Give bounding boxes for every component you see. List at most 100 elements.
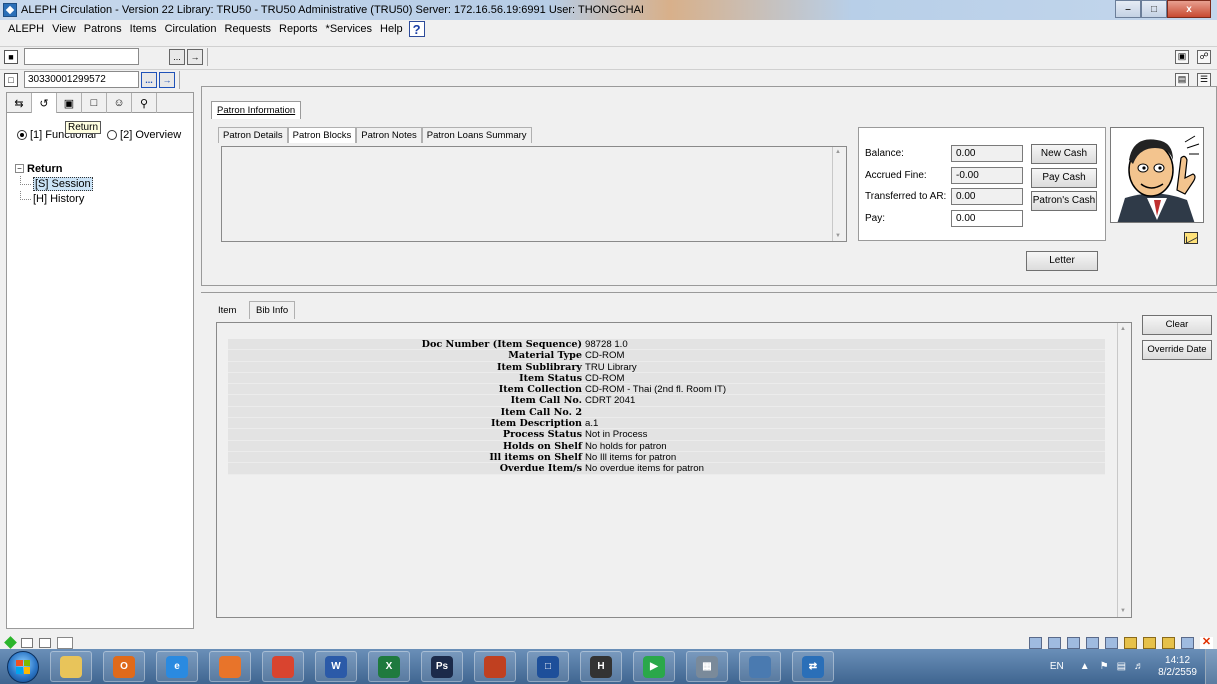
item-go-button[interactable]: → <box>159 71 175 88</box>
figure-icon[interactable] <box>1143 636 1156 649</box>
menu-reports[interactable]: Reports <box>279 23 318 35</box>
collapse-icon[interactable]: − <box>15 164 24 173</box>
action-center-icon[interactable]: ⚑ <box>1100 661 1109 672</box>
patron-information-panel: Patron Information Patron Details Patron… <box>201 86 1217 286</box>
printer-icon[interactable] <box>1181 636 1194 649</box>
taskbar-firefox-button[interactable] <box>209 651 251 682</box>
taskbar-media-player-button[interactable]: ▶ <box>633 651 675 682</box>
letter-button[interactable]: Letter <box>1026 251 1098 271</box>
show-desktop-button[interactable] <box>1205 649 1217 684</box>
status-tool-icon-2[interactable] <box>1048 636 1061 649</box>
pay-cash-button[interactable]: Pay Cash <box>1031 168 1097 188</box>
return-tab-icon[interactable]: ↺ <box>32 93 57 113</box>
calculator-icon: ▦ <box>696 655 718 678</box>
link-icon[interactable]: ☍ <box>1197 49 1211 64</box>
close-button[interactable]: x <box>1167 0 1211 18</box>
menu-items[interactable]: Items <box>130 23 157 35</box>
patron-id-input[interactable] <box>24 48 139 65</box>
patron-photo <box>1110 127 1204 223</box>
toolbar-right-icons: ▣ ☍ <box>1175 49 1211 64</box>
status-field <box>57 636 73 649</box>
maximize-button[interactable]: □ <box>1141 0 1167 18</box>
functional-radio[interactable] <box>17 130 27 140</box>
tab-patron-blocks[interactable]: Patron Blocks <box>287 127 357 143</box>
item-barcode-input[interactable]: 30330001299572 <box>24 71 139 88</box>
pay-input[interactable]: 0.00 <box>951 210 1023 227</box>
taskbar-outlook-button[interactable]: O <box>103 651 145 682</box>
status-window-icon[interactable] <box>21 637 33 648</box>
left-panel-tabs: ⇆ ↺ ▣ □ ☺ ⚲ <box>7 93 193 113</box>
status-right-icons: ✕ <box>1029 636 1213 649</box>
taskbar-photoshop-button[interactable]: Ps <box>421 651 463 682</box>
tab-item[interactable]: Item <box>211 301 244 319</box>
taskbar-excel-button[interactable]: X <box>368 651 410 682</box>
tab-patron-information[interactable]: Patron Information <box>211 101 302 119</box>
taskbar-paint-app-button[interactable] <box>474 651 516 682</box>
blocks-scrollbar[interactable] <box>832 147 846 241</box>
tree-node-return[interactable]: − Return <box>15 161 93 176</box>
override-date-button[interactable]: Override Date <box>1142 340 1212 360</box>
menu-aleph[interactable]: ALEPH <box>8 23 44 35</box>
taskbar-internet-explorer-button[interactable]: e <box>156 651 198 682</box>
status-tool-icon-5[interactable] <box>1105 636 1118 649</box>
tab-bib-info[interactable]: Bib Info <box>249 301 296 319</box>
patrons-cash-button[interactable]: Patron's Cash <box>1031 191 1097 211</box>
tree-node-session[interactable]: [S] Session <box>15 176 93 191</box>
system-clock[interactable]: 14:12 8/2/2559 <box>1158 655 1197 679</box>
key-icon[interactable] <box>1124 636 1137 649</box>
home-icon[interactable] <box>1162 636 1175 649</box>
minimize-button[interactable]: – <box>1115 0 1141 18</box>
windows-logo-icon <box>16 659 30 674</box>
menu-help[interactable]: Help <box>380 23 403 35</box>
close-session-icon[interactable]: ✕ <box>1200 636 1213 649</box>
item-scrollbar[interactable] <box>1117 323 1131 617</box>
menu-circulation[interactable]: Circulation <box>165 23 217 35</box>
clear-button[interactable]: Clear <box>1142 315 1212 335</box>
menu-services[interactable]: *Services <box>326 23 372 35</box>
taskbar-file-explorer-button[interactable] <box>50 651 92 682</box>
taskbar-calculator-button[interactable]: ▦ <box>686 651 728 682</box>
volume-icon[interactable]: ♬ <box>1134 661 1144 672</box>
loan-tab-icon[interactable]: ⇆ <box>7 93 32 113</box>
taskbar-hotmail-app-button[interactable]: H <box>580 651 622 682</box>
taskbar-chrome-button[interactable] <box>262 651 304 682</box>
tab-patron-details[interactable]: Patron Details <box>218 127 288 143</box>
language-indicator[interactable]: EN <box>1050 661 1064 672</box>
patron-go-button[interactable]: → <box>187 48 203 65</box>
menu-patrons[interactable]: Patrons <box>84 23 122 35</box>
item-tab-icon[interactable]: □ <box>82 93 107 113</box>
taskbar-aleph-circulation-button[interactable]: ⇄ <box>792 651 834 682</box>
taskbar-book-app-button[interactable] <box>739 651 781 682</box>
tray-up-arrow-icon[interactable]: ▲ <box>1080 661 1090 672</box>
tab-patron-loans-summary[interactable]: Patron Loans Summary <box>421 127 532 143</box>
status-tool-icon-3[interactable] <box>1067 636 1080 649</box>
outlook-icon: O <box>113 655 135 678</box>
status-tool-icon-4[interactable] <box>1086 636 1099 649</box>
item-detail-row: Overdue Item/s No overdue items for patro… <box>228 463 1105 475</box>
taskbar-aleph-app-button[interactable]: □ <box>527 651 569 682</box>
tree-node-history[interactable]: [H] History <box>15 191 93 206</box>
request-tab-icon[interactable]: ▣ <box>57 93 82 113</box>
new-cash-button[interactable]: New Cash <box>1031 144 1097 164</box>
item-detail-row: Holds on Shelf No holds for patron <box>228 440 1105 452</box>
patron-blocks-list[interactable] <box>221 146 847 242</box>
tab-patron-notes[interactable]: Patron Notes <box>356 127 422 143</box>
help-icon[interactable]: ? <box>408 21 425 37</box>
network-icon[interactable]: ▤ <box>1117 661 1126 672</box>
menu-requests[interactable]: Requests <box>225 23 271 35</box>
toolbar-divider <box>179 70 180 89</box>
patron-tab-icon[interactable]: ☺ <box>107 93 132 113</box>
start-button[interactable] <box>7 650 39 683</box>
taskbar-word-button[interactable]: W <box>315 651 357 682</box>
print-icon[interactable]: ▤ <box>1175 72 1189 87</box>
patron-browse-button[interactable]: ... <box>169 48 185 65</box>
mail-icon[interactable] <box>1184 232 1198 244</box>
status-window-icon-2[interactable] <box>39 637 51 648</box>
overview-radio[interactable] <box>107 130 118 140</box>
item-browse-button[interactable]: ... <box>141 71 157 88</box>
menu-view[interactable]: View <box>52 23 76 35</box>
zoom-icon[interactable]: ▣ <box>1175 49 1189 64</box>
list-icon[interactable]: ☰ <box>1197 72 1211 87</box>
status-tool-icon-1[interactable] <box>1029 636 1042 649</box>
search-tab-icon[interactable]: ⚲ <box>132 93 157 113</box>
